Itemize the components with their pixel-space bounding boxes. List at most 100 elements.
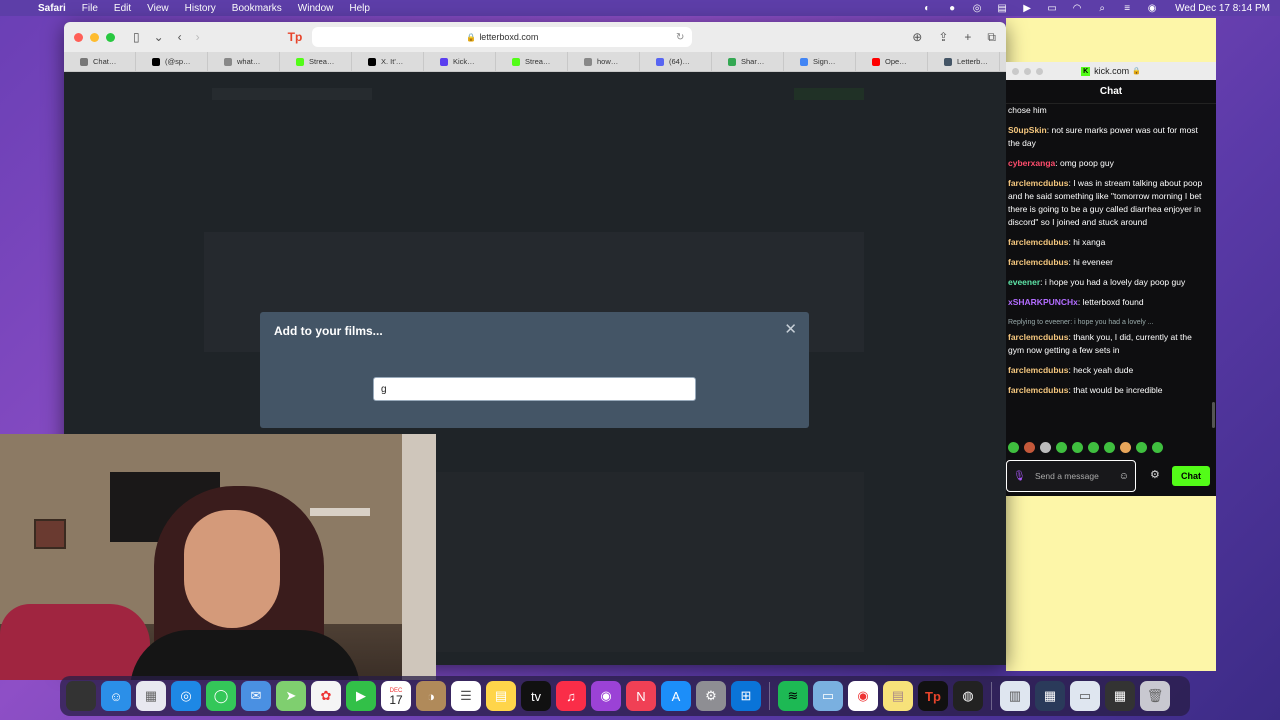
play-icon[interactable]: ▶ — [1021, 3, 1033, 14]
menu-help[interactable]: Help — [349, 3, 370, 14]
preview-icon[interactable]: ▭ — [813, 681, 843, 711]
status-app2-icon[interactable]: ● — [946, 3, 958, 14]
launchpad-icon[interactable]: ▦ — [136, 681, 166, 711]
menu-clock[interactable]: Wed Dec 17 8:14 PM — [1175, 3, 1270, 14]
send-chat-button[interactable]: Chat — [1172, 466, 1210, 486]
windows-app-icon[interactable]: ⊞ — [731, 681, 761, 711]
chat-username[interactable]: S0upSkin — [1008, 125, 1047, 135]
back-icon[interactable]: ‹ — [178, 30, 182, 44]
menu-view[interactable]: View — [147, 3, 169, 14]
browser-tab[interactable]: Letterb… — [928, 51, 1000, 72]
kick-minimize-button[interactable] — [1024, 67, 1031, 75]
document-icon[interactable]: ▥ — [1000, 681, 1030, 711]
browser-tab[interactable]: (64)… — [640, 51, 712, 72]
emoji-icon[interactable]: ☺ — [1119, 471, 1129, 482]
window-thumbnail-icon[interactable]: ▦ — [1035, 681, 1065, 711]
emote-icon[interactable] — [1008, 441, 1019, 453]
browser-tab[interactable]: X. It'… — [352, 51, 424, 72]
emote-icon[interactable] — [1104, 441, 1115, 453]
teleprompter-icon[interactable]: Tp — [918, 681, 948, 711]
kick-fullscreen-button[interactable] — [1036, 67, 1043, 75]
address-bar[interactable]: 🔒 letterboxd.com ↻ — [312, 27, 693, 47]
browser-tab[interactable]: Chat… — [64, 51, 136, 72]
film-search-input[interactable] — [373, 377, 696, 401]
reminders-icon[interactable]: ☰ — [451, 681, 481, 711]
safari-icon[interactable]: ◎ — [171, 681, 201, 711]
emote-icon[interactable] — [1056, 441, 1067, 453]
emote-icon[interactable] — [1040, 441, 1051, 453]
folder-icon[interactable]: ▭ — [1070, 681, 1100, 711]
chat-username[interactable]: cyberxanga — [1008, 158, 1055, 168]
dock-thumbnail-icon[interactable] — [66, 681, 96, 711]
obs-icon[interactable]: ◍ — [953, 681, 983, 711]
forward-icon[interactable]: › — [196, 30, 200, 44]
browser-tab[interactable]: Shar… — [712, 51, 784, 72]
maps-icon[interactable]: ➤ — [276, 681, 306, 711]
emote-icon[interactable] — [1088, 441, 1099, 453]
sidebar-toggle-icon[interactable]: ▯ — [133, 30, 140, 44]
menu-bookmarks[interactable]: Bookmarks — [232, 3, 282, 14]
kick-close-button[interactable] — [1012, 67, 1019, 75]
chat-input[interactable]: 🎙 Send a message ☺ — [1006, 460, 1136, 492]
screenshot-icon[interactable]: ▦ — [1105, 681, 1135, 711]
emote-icon[interactable] — [1152, 441, 1163, 453]
browser-tab[interactable]: Kick… — [424, 51, 496, 72]
close-icon[interactable]: ✕ — [784, 320, 797, 338]
printer-icon[interactable]: ▤ — [996, 3, 1008, 14]
minimize-window-button[interactable] — [90, 32, 99, 42]
notes-icon[interactable]: ▤ — [486, 681, 516, 711]
menu-edit[interactable]: Edit — [114, 3, 131, 14]
chat-username[interactable]: xSHARKPUNCHx — [1008, 297, 1078, 307]
news-icon[interactable]: N — [626, 681, 656, 711]
emote-icon[interactable] — [1120, 441, 1131, 453]
system-settings-icon[interactable]: ⚙ — [696, 681, 726, 711]
mail-icon[interactable]: ✉ — [241, 681, 271, 711]
browser-tab[interactable]: Strea… — [496, 51, 568, 72]
battery-icon[interactable]: ▭ — [1046, 3, 1058, 14]
chrome-icon[interactable]: ◉ — [848, 681, 878, 711]
facetime-icon[interactable]: ▶ — [346, 681, 376, 711]
search-icon[interactable]: ⌕ — [1096, 3, 1108, 14]
emote-icon[interactable] — [1136, 441, 1147, 453]
browser-tab[interactable]: how… — [568, 51, 640, 72]
chat-username[interactable]: farclemcdubus — [1008, 257, 1068, 267]
trash-icon[interactable]: 🗑 — [1140, 681, 1170, 711]
chat-username[interactable]: farclemcdubus — [1008, 178, 1068, 188]
podcasts-icon[interactable]: ◉ — [591, 681, 621, 711]
menu-history[interactable]: History — [185, 3, 216, 14]
new-tab-icon[interactable]: + — [964, 30, 971, 45]
music-icon[interactable]: ♫ — [556, 681, 586, 711]
chevron-down-icon[interactable]: ⌄ — [154, 30, 164, 44]
wifi-icon[interactable]: ◠ — [1071, 3, 1083, 14]
menu-window[interactable]: Window — [298, 3, 334, 14]
photos-icon[interactable]: ✿ — [311, 681, 341, 711]
finder-icon[interactable]: ☺ — [101, 681, 131, 711]
chat-scrollbar[interactable] — [1212, 402, 1215, 428]
spotify-icon[interactable]: ≋ — [778, 681, 808, 711]
browser-tab[interactable]: what… — [208, 51, 280, 72]
chat-username[interactable]: farclemcdubus — [1008, 237, 1068, 247]
calendar-icon[interactable]: DEC 17 — [381, 681, 411, 711]
messages-icon[interactable]: ◯ — [206, 681, 236, 711]
reload-icon[interactable]: ↻ — [676, 32, 684, 43]
close-window-button[interactable] — [74, 32, 83, 42]
siri-icon[interactable]: ◉ — [1146, 3, 1158, 14]
browser-tab[interactable]: Sign… — [784, 51, 856, 72]
menu-file[interactable]: File — [82, 3, 98, 14]
contacts-icon[interactable]: ◑ — [416, 681, 446, 711]
gear-icon[interactable]: ⚙ — [1150, 468, 1160, 481]
fullscreen-window-button[interactable] — [106, 32, 115, 42]
chat-username[interactable]: farclemcdubus — [1008, 385, 1068, 395]
stickies-icon[interactable]: ▤ — [883, 681, 913, 711]
app-store-icon[interactable]: A — [661, 681, 691, 711]
emote-icon[interactable] — [1024, 441, 1035, 453]
microphone-icon[interactable]: 🎙 — [1013, 471, 1027, 482]
browser-tab[interactable]: (@sp… — [136, 51, 208, 72]
chat-username[interactable]: farclemcdubus — [1008, 332, 1068, 342]
tab-overview-icon[interactable]: ⧉ — [987, 30, 996, 45]
tv-icon[interactable]: tv — [521, 681, 551, 711]
browser-tab[interactable]: Strea… — [280, 51, 352, 72]
menu-app-name[interactable]: Safari — [38, 3, 66, 14]
emote-icon[interactable] — [1072, 441, 1083, 453]
control-center-icon[interactable]: ≡ — [1121, 3, 1133, 14]
